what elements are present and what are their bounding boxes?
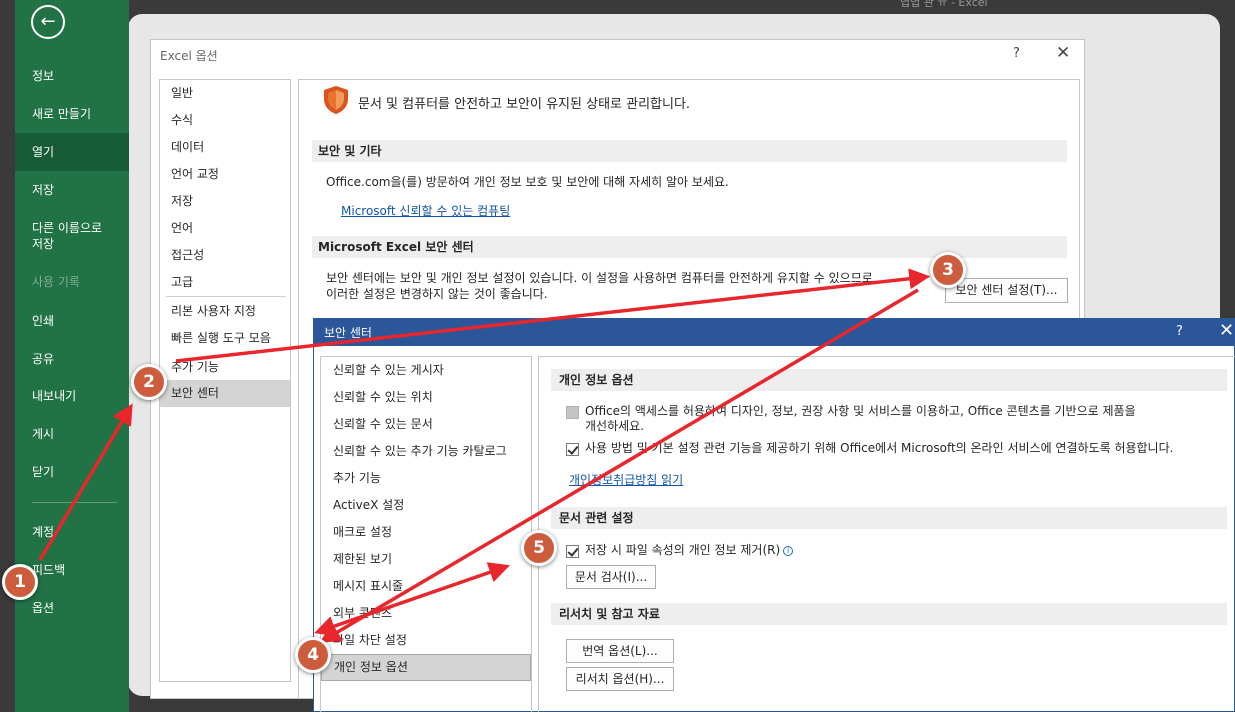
translation-options-button[interactable]: 번역 옵션(L)...	[566, 639, 674, 663]
remove-personal-info-checkbox[interactable]	[566, 545, 579, 558]
step-badge-4: 4	[295, 637, 331, 673]
remove-personal-info-option: 저장 시 파일 속성의 개인 정보 제거(R) i	[585, 543, 794, 558]
trust-center-nav: 신뢰할 수 있는 게시자 신뢰할 수 있는 위치 신뢰할 수 있는 문서 신뢰할…	[320, 356, 532, 712]
backstage-item-publish[interactable]: 게시	[15, 426, 129, 442]
tc-nav-addins[interactable]: 추가 기능	[321, 470, 531, 486]
online-services-checkbox[interactable]	[566, 443, 579, 456]
backstage-item-share[interactable]: 공유	[15, 351, 129, 367]
options-nav-data[interactable]: 데이터	[160, 139, 290, 155]
privacy-statement-link[interactable]: 개인정보취급방침 읽기	[569, 473, 683, 488]
office-content-label-2: 개선하세요.	[585, 419, 645, 433]
options-nav-general[interactable]: 일반	[160, 85, 290, 101]
trust-center-description-1: 보안 센터에는 보안 및 개인 정보 설정이 있습니다. 이 설정을 사용하면 …	[326, 271, 873, 285]
section-privacy-other: 보안 및 기타	[312, 140, 1067, 162]
tc-nav-macro[interactable]: 매크로 설정	[321, 524, 531, 540]
tc-nav-trusted-addin-catalogs[interactable]: 신뢰할 수 있는 추가 기능 카탈로그	[321, 443, 531, 459]
trust-center-help-button[interactable]: ?	[1176, 324, 1183, 339]
options-nav-formulas[interactable]: 수식	[160, 112, 290, 128]
backstage-item-close[interactable]: 닫기	[15, 464, 129, 480]
trust-center-description-2: 이러한 설정은 변경하지 않는 것이 좋습니다.	[326, 287, 548, 301]
options-nav-advanced[interactable]: 고급	[160, 274, 290, 290]
trust-center-titlebar: 보안 센터 ? ✕	[314, 319, 1235, 346]
options-nav-trust-center[interactable]: 보안 센터	[160, 380, 290, 407]
trustworthy-computing-link[interactable]: Microsoft 신뢰할 수 있는 컴퓨팅	[341, 204, 510, 219]
online-services-label: 사용 방법 및 기본 설정 관련 기능을 제공하기 위해 Office에서 Mi…	[585, 441, 1174, 455]
options-nav-divider	[166, 296, 286, 297]
backstage-item-save-as[interactable]: 다른 이름으로 저장	[15, 220, 115, 252]
options-nav-language[interactable]: 언어	[160, 220, 290, 236]
options-nav-addins[interactable]: 추가 기능	[160, 359, 290, 375]
tc-nav-trusted-publishers[interactable]: 신뢰할 수 있는 게시자	[321, 362, 531, 378]
tc-nav-external-content[interactable]: 외부 콘텐츠	[321, 605, 531, 621]
remove-personal-info-label: 저장 시 파일 속성의 개인 정보 제거(R)	[585, 543, 781, 557]
trust-center-settings-button[interactable]: 보안 센터 설정(T)...	[945, 278, 1068, 303]
backstage-sidebar: ← 정보 새로 만들기 열기 저장 다른 이름으로 저장 사용 기록 인쇄 공유…	[15, 0, 129, 712]
tc-nav-trusted-documents[interactable]: 신뢰할 수 있는 문서	[321, 416, 531, 432]
options-nav: 일반 수식 데이터 언어 교정 저장 언어 접근성 고급 리본 사용자 지정 빠…	[159, 79, 291, 682]
dialog-title: Excel 옵션	[160, 49, 218, 63]
backstage-item-save[interactable]: 저장	[15, 182, 129, 198]
tc-nav-trusted-locations[interactable]: 신뢰할 수 있는 위치	[321, 389, 531, 405]
step-badge-3: 3	[930, 252, 966, 288]
backstage-item-export[interactable]: 내보내기	[15, 388, 129, 404]
window-title: 엽엽 관 ㅠ - Excel	[900, 0, 988, 9]
tc-nav-message-bar[interactable]: 메시지 표시줄	[321, 578, 531, 594]
tc-nav-activex[interactable]: ActiveX 설정	[321, 497, 531, 513]
options-heading: 문서 및 컴퓨터를 안전하고 보안이 유지된 상태로 관리합니다.	[358, 97, 691, 112]
tc-nav-privacy-options[interactable]: 개인 정보 옵션	[321, 654, 531, 681]
office-content-label-1: Office의 액세스를 허용하여 디자인, 정보, 권장 사항 및 서비스를 …	[585, 404, 1136, 418]
research-options-button[interactable]: 리서치 옵션(H)...	[566, 667, 674, 691]
backstage-item-options[interactable]: 옵션	[15, 600, 129, 616]
options-nav-accessibility[interactable]: 접근성	[160, 247, 290, 263]
options-nav-quick-access[interactable]: 빠른 실행 도구 모음	[160, 330, 290, 346]
step-badge-2: 2	[131, 364, 167, 400]
options-nav-proofing[interactable]: 언어 교정	[160, 166, 290, 182]
help-button[interactable]: ?	[1013, 46, 1020, 61]
close-button[interactable]: ✕	[1056, 43, 1070, 63]
step-badge-1: 1	[2, 564, 38, 600]
trust-center-close-button[interactable]: ✕	[1219, 320, 1234, 341]
options-nav-save[interactable]: 저장	[160, 193, 290, 209]
step-badge-5: 5	[521, 530, 557, 566]
tc-nav-file-block[interactable]: 파일 차단 설정	[321, 632, 531, 648]
backstage-item-open[interactable]: 열기	[15, 133, 129, 171]
trust-center-title: 보안 센터	[324, 326, 372, 340]
shield-icon	[324, 86, 348, 114]
backstage-item-history: 사용 기록	[32, 275, 80, 289]
backstage-item-account[interactable]: 계정	[15, 524, 129, 540]
office-content-checkbox	[566, 406, 579, 419]
section-research: 리서치 및 참고 자료	[551, 603, 1227, 625]
trust-center-main-panel: 개인 정보 옵션 Office의 액세스를 허용하여 디자인, 정보, 권장 사…	[538, 356, 1235, 712]
backstage-divider	[32, 502, 117, 503]
backstage-item-new[interactable]: 새로 만들기	[15, 106, 129, 122]
tc-nav-protected-view[interactable]: 제한된 보기	[321, 551, 531, 567]
inspect-document-button[interactable]: 문서 검사(I)...	[566, 565, 656, 589]
backstage-item-print[interactable]: 인쇄	[15, 313, 129, 329]
options-nav-customize-ribbon[interactable]: 리본 사용자 지정	[160, 303, 290, 319]
info-icon: i	[783, 546, 794, 556]
back-arrow-icon[interactable]: ←	[31, 5, 65, 39]
backstage-item-info[interactable]: 정보	[15, 68, 129, 84]
section-privacy-options: 개인 정보 옵션	[551, 369, 1227, 391]
trust-center-dialog: 보안 센터 ? ✕ 신뢰할 수 있는 게시자 신뢰할 수 있는 위치 신뢰할 수…	[313, 318, 1235, 712]
privacy-description: Office.com을(를) 방문하여 개인 정보 보호 및 보안에 대해 자세…	[326, 175, 729, 189]
section-document-settings: 문서 관련 설정	[551, 507, 1227, 529]
